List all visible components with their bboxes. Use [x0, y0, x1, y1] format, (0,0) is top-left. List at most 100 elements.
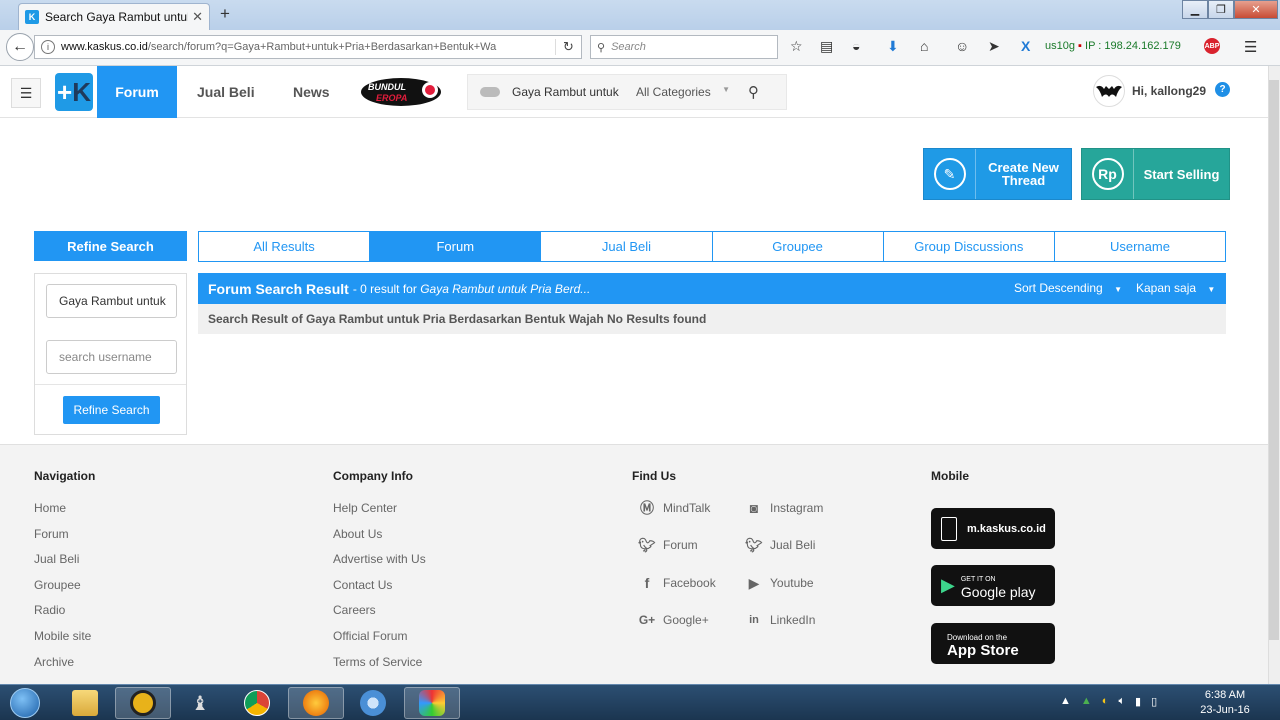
social-instagram[interactable]: ◙ Instagram: [745, 499, 824, 517]
footer-link-terms[interactable]: Terms of Service: [333, 655, 426, 681]
footer-link-help-center[interactable]: Help Center: [333, 501, 426, 527]
start-button[interactable]: [4, 686, 46, 720]
time-dropdown[interactable]: Kapan saja ▼: [1136, 281, 1215, 295]
social-linkedin[interactable]: in LinkedIn: [745, 611, 815, 629]
reading-list-icon[interactable]: ▤: [820, 38, 833, 55]
tab-all-results[interactable]: All Results: [199, 232, 371, 261]
new-tab-button[interactable]: +: [220, 4, 230, 24]
close-tab-icon[interactable]: ✕: [192, 9, 203, 25]
result-query: Gaya Rambut untuk Pria Berd...: [420, 281, 591, 296]
tab-title: Search Gaya Rambut untuk...: [45, 10, 189, 24]
x-addon-icon[interactable]: X: [1021, 38, 1030, 54]
youtube-icon: ▶: [748, 574, 760, 591]
hamburger-menu-icon[interactable]: ☰: [11, 78, 41, 108]
footer-link-mobile-site[interactable]: Mobile site: [34, 629, 95, 655]
create-thread-button[interactable]: ✎ Create New Thread: [923, 148, 1072, 200]
chess-taskbar-icon[interactable]: ♝: [172, 687, 228, 719]
search-icon[interactable]: ⚲: [748, 83, 759, 101]
site-search-input[interactable]: Gaya Rambut untuk: [512, 85, 636, 99]
phone-icon: [941, 516, 957, 541]
volume-icon[interactable]: 🔈︎: [1118, 695, 1125, 708]
chevron-down-icon: ▼: [1207, 285, 1216, 294]
footer-link-forum[interactable]: Forum: [34, 527, 95, 553]
pocket-icon[interactable]: ◒: [852, 38, 860, 54]
nav-forum[interactable]: Forum: [97, 66, 177, 118]
footer-link-archive[interactable]: Archive: [34, 655, 95, 681]
send-icon[interactable]: ➤: [988, 38, 1000, 55]
chrome-taskbar-icon[interactable]: [229, 687, 285, 719]
social-mindtalk[interactable]: Ⓜ MindTalk: [638, 499, 710, 517]
mkaskus-badge[interactable]: m.kaskus.co.id: [931, 508, 1055, 549]
browser-menu-icon[interactable]: ☰: [1244, 38, 1257, 56]
google-play-badge[interactable]: ▶ GET IT ON Google play: [931, 565, 1055, 606]
browser-tab[interactable]: K Search Gaya Rambut untuk... ✕: [18, 3, 210, 30]
reload-icon[interactable]: ↻: [555, 39, 581, 55]
tab-jual-beli[interactable]: Jual Beli: [541, 232, 713, 261]
footer-link-groupee[interactable]: Groupee: [34, 578, 95, 604]
browser-search-input[interactable]: ⚲ Search: [590, 35, 778, 59]
social-jualbeli-twitter[interactable]: 🐦︎ Jual Beli: [745, 536, 815, 554]
category-select[interactable]: All Categories ▼: [636, 85, 740, 99]
network-icon[interactable]: ▮: [1135, 695, 1141, 708]
browser-navbar: i www.kaskus.co.id/search/forum?q=Gaya+R…: [0, 30, 1280, 66]
footer-link-official-forum[interactable]: Official Forum: [333, 629, 426, 655]
scrollbar-thumb[interactable]: [1269, 80, 1279, 640]
social-forum-twitter[interactable]: 🐦︎ Forum: [638, 536, 698, 554]
footer-link-jual-beli[interactable]: Jual Beli: [34, 552, 95, 578]
social-facebook[interactable]: f Facebook: [638, 574, 716, 592]
back-button[interactable]: ←: [6, 33, 34, 61]
show-hidden-icons-icon[interactable]: ▲: [1060, 695, 1071, 708]
tab-groupee[interactable]: Groupee: [713, 232, 884, 261]
tab-username[interactable]: Username: [1055, 232, 1225, 261]
paint-taskbar-icon[interactable]: [404, 687, 460, 719]
svg-text:BUNDUL: BUNDUL: [368, 82, 406, 92]
close-window-button[interactable]: ✕: [1234, 0, 1278, 19]
linkedin-icon: in: [749, 614, 759, 626]
tray-app-icon[interactable]: ▲: [1081, 695, 1092, 708]
kaskus-logo[interactable]: + K: [55, 73, 93, 111]
tab-forum[interactable]: Forum: [370, 232, 542, 261]
refine-search-button[interactable]: Refine Search: [63, 396, 160, 424]
footer-link-about-us[interactable]: About Us: [333, 527, 426, 553]
footer-link-radio[interactable]: Radio: [34, 603, 95, 629]
tray-app2-icon[interactable]: ◐: [1102, 695, 1109, 708]
sort-dropdown[interactable]: Sort Descending ▼: [1014, 281, 1122, 295]
tab-group-discussions[interactable]: Group Discussions: [884, 232, 1055, 261]
battery-icon[interactable]: ▯: [1151, 695, 1157, 708]
minimize-button[interactable]: ▁: [1182, 0, 1208, 19]
nav-news[interactable]: News: [293, 66, 330, 118]
info-icon[interactable]: i: [41, 40, 55, 54]
adblock-icon[interactable]: ABP: [1204, 38, 1220, 54]
url-bar[interactable]: i www.kaskus.co.id/search/forum?q=Gaya+R…: [34, 35, 582, 59]
maximize-button[interactable]: ❐: [1208, 0, 1234, 19]
chromium-taskbar-icon[interactable]: [345, 687, 401, 719]
home-icon[interactable]: ⌂: [920, 38, 928, 54]
query-input[interactable]: Gaya Rambut untuk: [46, 284, 177, 318]
chat-icon[interactable]: ☺: [955, 38, 969, 54]
windows-taskbar: ♝ ▲ ▲ ◐ 🔈︎ ▮ ▯ 6:38 AM 23-Jun-16: [0, 684, 1280, 720]
avatar[interactable]: [1093, 75, 1125, 107]
start-selling-button[interactable]: Rp Start Selling: [1081, 148, 1230, 200]
social-googleplus[interactable]: G+ Google+: [638, 611, 709, 629]
ip-addon[interactable]: us10g ▪ IP : 198.24.162.179: [1045, 40, 1181, 52]
username-input[interactable]: search username: [46, 340, 177, 374]
chevron-down-icon: ▼: [722, 85, 730, 94]
footer-link-contact[interactable]: Contact Us: [333, 578, 426, 604]
app-taskbar-icon[interactable]: [115, 687, 171, 719]
footer-link-advertise[interactable]: Advertise with Us: [333, 552, 426, 578]
taskbar-clock[interactable]: 6:38 AM 23-Jun-16: [1195, 688, 1255, 718]
footer-link-home[interactable]: Home: [34, 501, 95, 527]
social-youtube[interactable]: ▶ Youtube: [745, 574, 814, 592]
footer-link-careers[interactable]: Careers: [333, 603, 426, 629]
instagram-icon: ◙: [749, 500, 759, 516]
explorer-taskbar-icon[interactable]: [57, 687, 113, 719]
help-icon[interactable]: ?: [1215, 82, 1230, 97]
kaskus-favicon-icon: K: [25, 10, 39, 24]
nav-jual-beli[interactable]: Jual Beli: [197, 66, 255, 118]
bundul-eropa-logo[interactable]: BUNDUL EROPA: [360, 76, 442, 108]
download-icon[interactable]: ⬇: [887, 38, 899, 55]
user-greeting[interactable]: Hi, kallong29: [1132, 84, 1206, 98]
app-store-badge[interactable]: Download on the App Store: [931, 623, 1055, 664]
bookmark-star-icon[interactable]: ☆: [790, 38, 803, 55]
firefox-taskbar-icon[interactable]: [288, 687, 344, 719]
